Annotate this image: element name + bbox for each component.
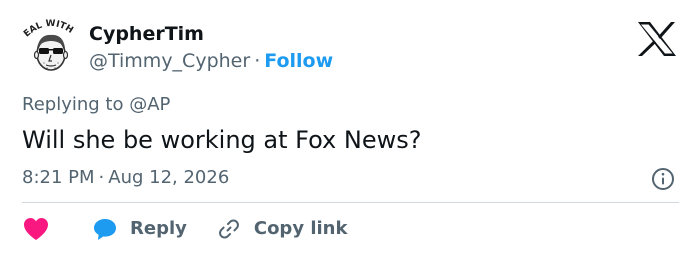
info-icon[interactable] (651, 167, 675, 191)
handle-row: @Timmy_Cypher · Follow (89, 49, 333, 73)
tweet-text: Will she be working at Fox News? (22, 126, 422, 154)
tweet-card: REAL WITH IT CypherTim @Timmy_ (0, 0, 700, 256)
x-logo-icon[interactable] (636, 20, 678, 58)
heart-icon (24, 218, 48, 240)
action-bar: Reply Copy link (22, 214, 347, 244)
separator-dot: · (98, 167, 105, 188)
reply-button[interactable]: Reply (92, 217, 187, 241)
replying-to: Replying to @AP (22, 93, 170, 117)
user-handle[interactable]: @Timmy_Cypher (89, 50, 250, 72)
tweet-date: Aug 12, 2026 (108, 167, 230, 188)
avatar[interactable]: REAL WITH IT (19, 7, 80, 76)
follow-button[interactable]: Follow (264, 50, 333, 72)
display-name[interactable]: CypherTim (89, 22, 333, 46)
tweet-time: 8:21 PM (22, 167, 95, 188)
link-icon (218, 219, 239, 239)
replying-handle[interactable]: @AP (129, 94, 170, 115)
replying-prefix: Replying to (22, 94, 130, 115)
reply-label: Reply (130, 218, 187, 239)
copy-link-button[interactable]: Copy link (217, 217, 348, 241)
divider (22, 202, 679, 203)
avatar-image: REAL WITH IT (19, 7, 78, 71)
separator-dot: · (254, 50, 261, 72)
author-block: CypherTim @Timmy_Cypher · Follow (89, 22, 333, 73)
copy-link-label: Copy link (253, 218, 348, 239)
tweet-timestamp[interactable]: 8:21 PM · Aug 12, 2026 (22, 166, 229, 190)
like-button[interactable] (22, 216, 50, 242)
reply-bubble-icon (94, 219, 116, 240)
